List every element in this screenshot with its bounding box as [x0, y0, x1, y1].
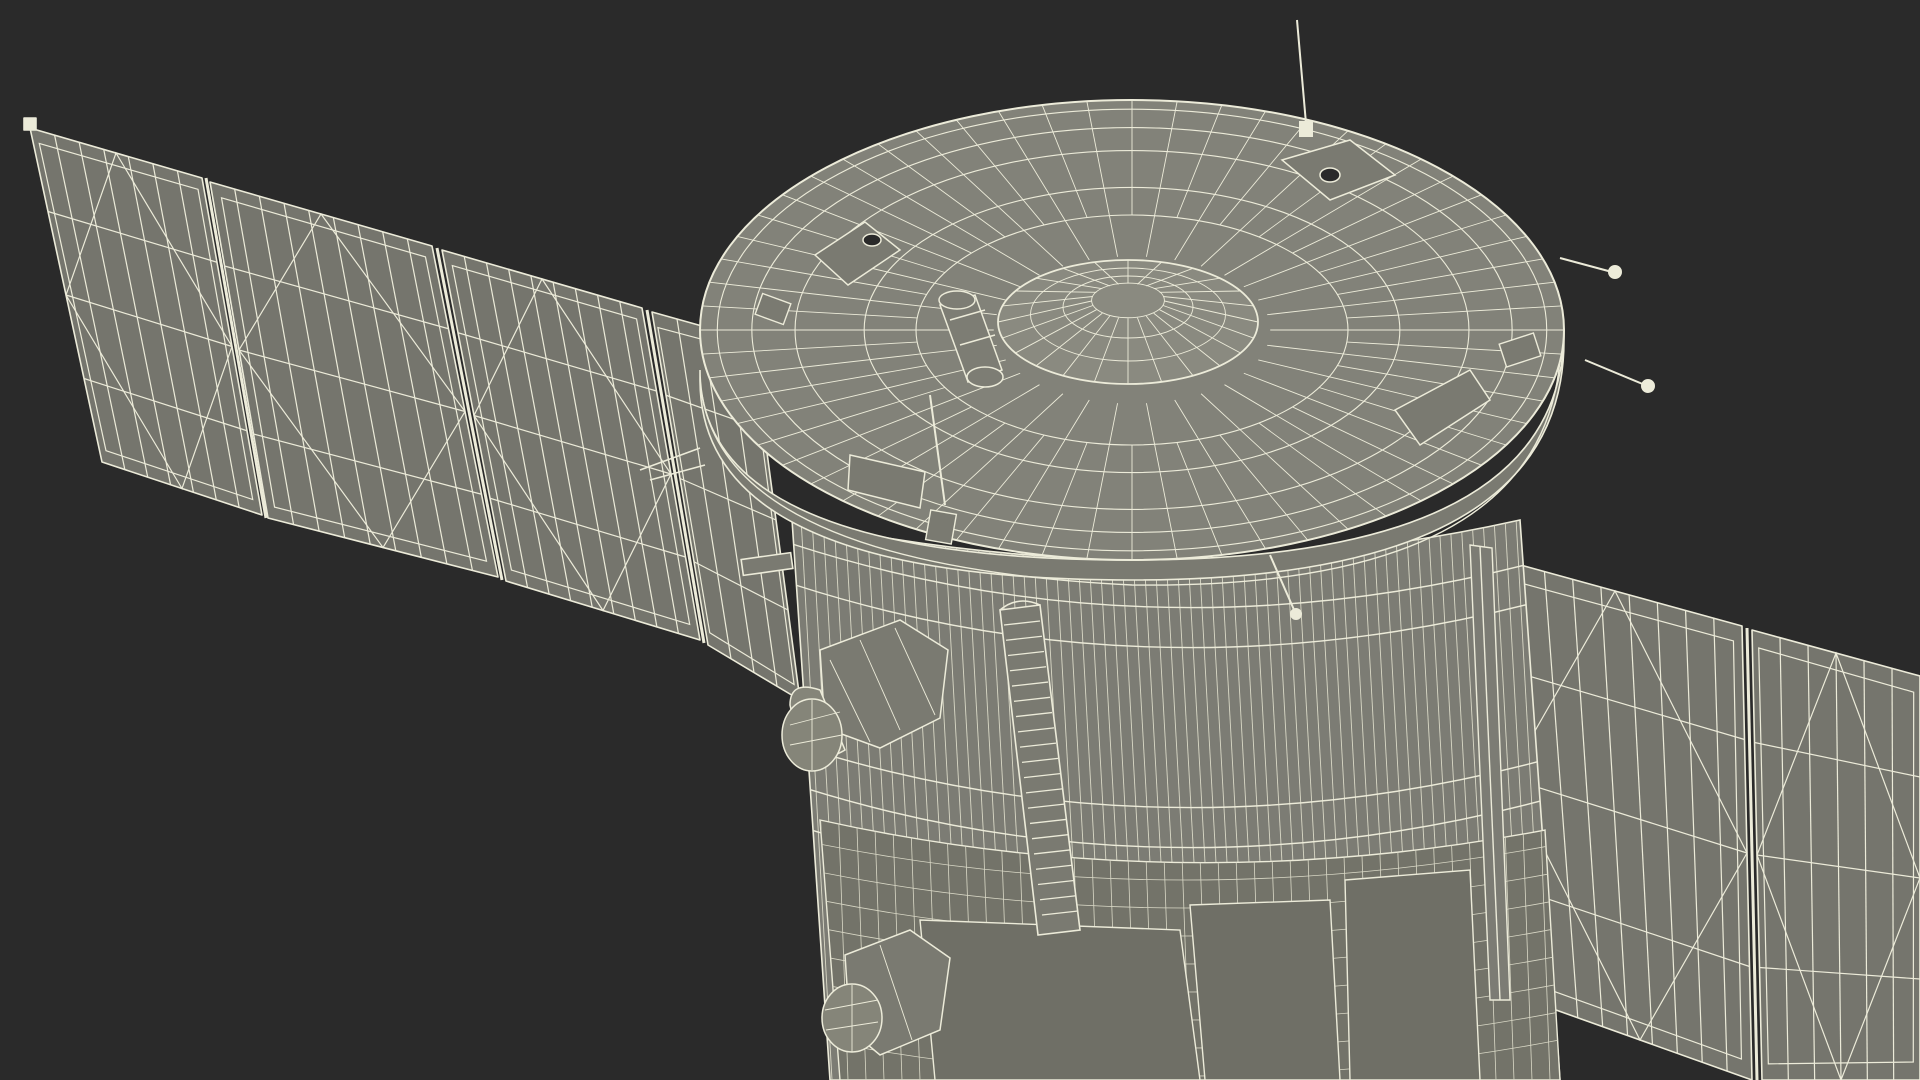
central-dome: [997, 259, 1259, 385]
left-array-end-cap: [23, 117, 37, 131]
render-viewport: [0, 0, 1920, 1080]
satellite-render: [0, 0, 1920, 1080]
